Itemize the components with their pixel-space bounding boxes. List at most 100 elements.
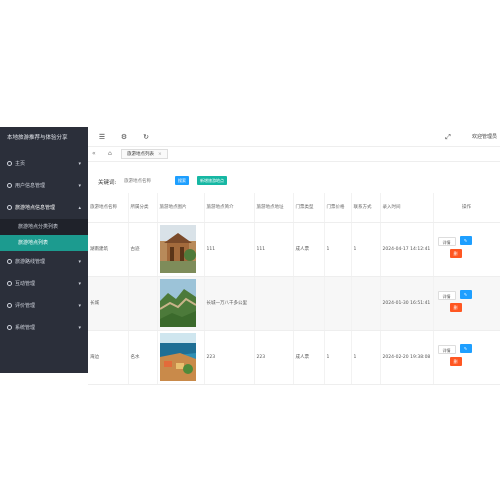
refresh-icon[interactable]: ↻ — [142, 133, 150, 141]
sidebar-item-label: 系统管理 — [15, 325, 36, 331]
sidebar: 本地旅游推荐与体验分享 主页 ▾ 用户信息管理 ▾ 旅游地点信息管理 ▴ 旅游地… — [0, 127, 88, 373]
column-header: 操作 — [433, 193, 500, 223]
sidebar-item-label: 旅游地点信息管理 — [15, 205, 56, 211]
close-icon[interactable]: × — [158, 152, 162, 157]
cell-address: 223 — [254, 330, 294, 385]
menu-toggle-icon[interactable]: ☰ — [98, 133, 106, 141]
cell-intro: 223 — [204, 330, 255, 385]
app-title: 本地旅游推荐与体验分享 — [7, 135, 68, 141]
cell-ticket-type: 成人票 — [293, 330, 325, 385]
edit-icon[interactable]: ✎ — [459, 236, 472, 245]
cell-contact: 1 — [351, 222, 381, 277]
sidebar-item-locations[interactable]: 旅游地点信息管理 ▴ — [0, 197, 88, 219]
delete-button[interactable]: 删 — [449, 249, 462, 258]
location-icon — [7, 204, 12, 210]
column-header: 联系方式 — [351, 193, 381, 223]
app-window: 本地旅游推荐与体验分享 主页 ▾ 用户信息管理 ▾ 旅游地点信息管理 ▴ 旅游地… — [0, 127, 500, 385]
tab-scroll-left-icon[interactable]: « — [92, 150, 96, 158]
chevron-down-icon: ▾ — [78, 183, 81, 189]
column-header: 旅游地点名称 — [88, 193, 129, 223]
settings-icon[interactable]: ⚙ — [120, 133, 128, 141]
cell-time: 2024-04-17 14:12:41 — [380, 222, 434, 277]
gear-icon — [7, 324, 12, 330]
cell-contact — [351, 276, 381, 331]
cell-category: 古迹 — [128, 222, 158, 277]
seaside-photo[interactable] — [159, 333, 196, 381]
detail-button[interactable]: 详情 — [437, 291, 456, 300]
user-icon — [7, 182, 12, 188]
cell-ticket-type — [293, 276, 325, 331]
table-row: 湖南建筑 古迹 111 111 成人票 1 1 2024-04-17 14:12… — [88, 222, 500, 277]
add-location-button[interactable]: 新增旅游地点 — [197, 176, 227, 185]
cell-ticket-type: 成人票 — [293, 222, 325, 277]
star-icon — [7, 302, 12, 308]
cell-name: 湖南建筑 — [88, 222, 129, 277]
cell-address — [254, 276, 294, 331]
fullscreen-icon[interactable]: ⤢ — [444, 133, 452, 141]
cell-image — [157, 330, 205, 385]
cell-address: 111 — [254, 222, 294, 277]
cell-name: 长城 — [88, 276, 129, 331]
sidebar-item-label: 互动管理 — [15, 281, 36, 287]
column-header: 旅游地点简介 — [204, 193, 255, 223]
cell-category — [128, 276, 158, 331]
sidebar-item-label: 用户信息管理 — [15, 183, 46, 189]
cell-actions: 详情 ✎ 删 — [433, 330, 500, 385]
edit-icon[interactable]: ✎ — [459, 344, 472, 353]
cell-price: 1 — [324, 330, 352, 385]
sidebar-item-interaction[interactable]: 互动管理 ▾ — [0, 273, 88, 295]
cell-price — [324, 276, 352, 331]
route-icon — [7, 258, 12, 264]
sidebar-item-reviews[interactable]: 评价管理 ▾ — [0, 295, 88, 317]
temple-photo[interactable] — [159, 225, 196, 273]
table-header-row: 旅游地点名称 所属分类 旅游地点图片 旅游地点简介 旅游地点地址 门票类型 门票… — [88, 193, 500, 223]
table-row: 长城 长城一万八千多公里 2024-01-30 16:51:41 详情 ✎ 删 — [88, 276, 500, 331]
sidebar-item-label: 评价管理 — [15, 303, 36, 309]
detail-button[interactable]: 详情 — [437, 345, 456, 354]
cell-category: 名水 — [128, 330, 158, 385]
tab-location-list[interactable]: 旅游地点列表 × — [121, 149, 168, 159]
sidebar-item-label: 旅游路线管理 — [15, 259, 46, 265]
sidebar-item-users[interactable]: 用户信息管理 ▾ — [0, 175, 88, 197]
cell-actions: 详情 ✎ 删 — [433, 222, 500, 277]
chevron-down-icon: ▾ — [78, 259, 81, 265]
cell-time: 2024-02-20 19:38:08 — [380, 330, 434, 385]
column-header: 所属分类 — [128, 193, 158, 223]
tab-bar: « ⌂ 旅游地点列表 × — [88, 147, 500, 162]
cell-intro: 111 — [204, 222, 255, 277]
edit-icon[interactable]: ✎ — [459, 290, 472, 299]
column-header: 门票类型 — [293, 193, 325, 223]
search-label: 关键词: — [98, 180, 117, 186]
detail-button[interactable]: 详情 — [437, 237, 456, 246]
sidebar-submenu: 旅游地点分类列表 旅游地点列表 — [0, 219, 88, 251]
chevron-down-icon: ▾ — [78, 281, 81, 287]
sidebar-item-routes[interactable]: 旅游路线管理 ▾ — [0, 251, 88, 273]
user-greeting[interactable]: 欢迎管理员 — [472, 133, 497, 140]
chevron-down-icon: ▾ — [78, 303, 81, 309]
top-header: ☰ ⚙ ↻ ⤢ 欢迎管理员 — [88, 127, 500, 147]
sidebar-subitem-categories[interactable]: 旅游地点分类列表 — [0, 219, 88, 235]
chevron-down-icon: ▾ — [78, 325, 81, 331]
home-tab-icon[interactable]: ⌂ — [108, 150, 112, 158]
column-header: 录入时间 — [380, 193, 434, 223]
home-icon — [7, 160, 12, 166]
delete-button[interactable]: 删 — [449, 303, 462, 312]
sidebar-item-system[interactable]: 系统管理 ▾ — [0, 317, 88, 339]
cell-actions: 详情 ✎ 删 — [433, 276, 500, 331]
search-input[interactable] — [124, 176, 168, 186]
chevron-down-icon: ▾ — [78, 161, 81, 167]
cell-image — [157, 276, 205, 331]
cell-intro: 长城一万八千多公里 — [204, 276, 255, 331]
great-wall-photo[interactable] — [159, 279, 196, 327]
delete-button[interactable]: 删 — [449, 357, 462, 366]
chat-icon — [7, 280, 12, 286]
chevron-up-icon: ▴ — [78, 205, 81, 211]
location-table: 旅游地点名称 所属分类 旅游地点图片 旅游地点简介 旅游地点地址 门票类型 门票… — [88, 193, 500, 385]
cell-contact: 1 — [351, 330, 381, 385]
cell-price: 1 — [324, 222, 352, 277]
cell-image — [157, 222, 205, 277]
sidebar-item-home[interactable]: 主页 ▾ — [0, 153, 88, 175]
column-header: 旅游地点地址 — [254, 193, 294, 223]
sidebar-subitem-location-list[interactable]: 旅游地点列表 — [0, 235, 88, 251]
search-button[interactable]: 搜索 — [175, 176, 189, 185]
